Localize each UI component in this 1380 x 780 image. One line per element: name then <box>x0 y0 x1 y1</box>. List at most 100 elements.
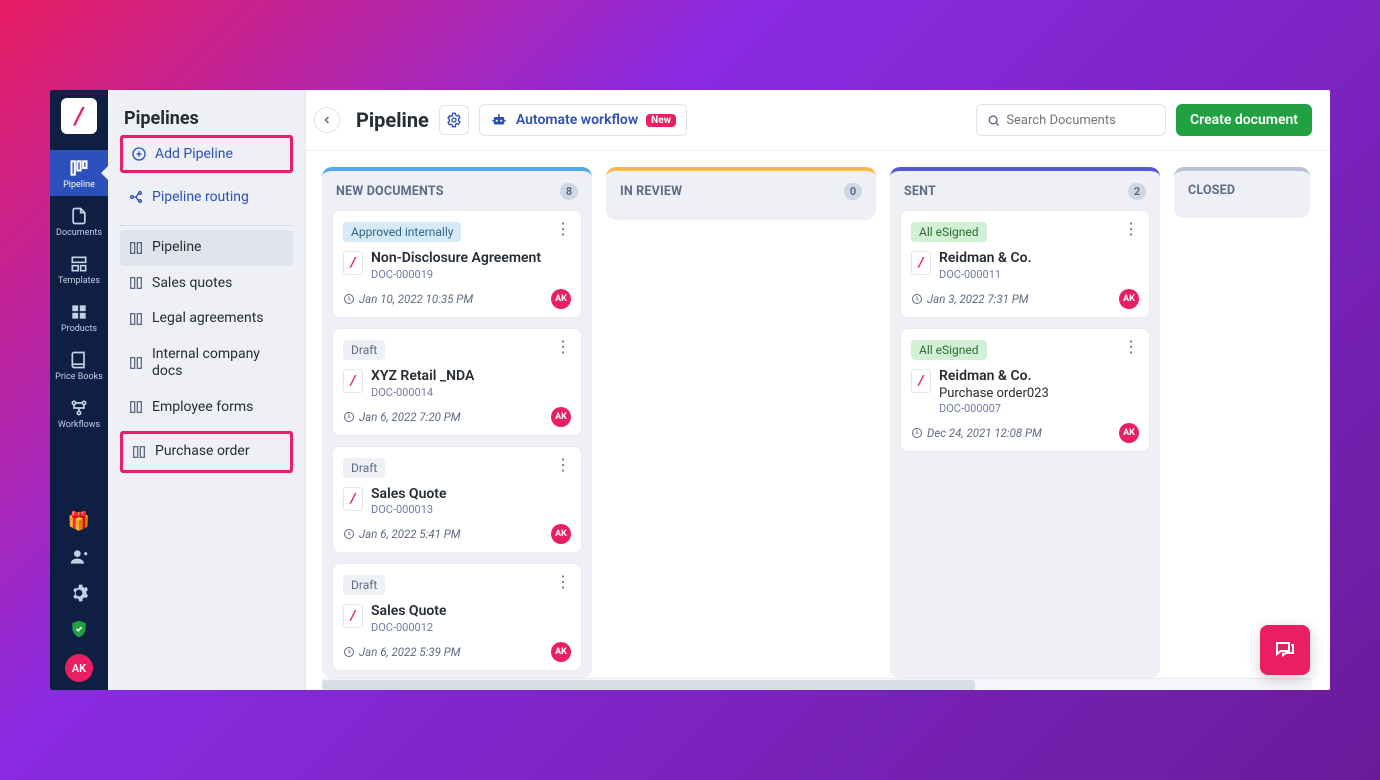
status-tag: Approved internally <box>343 222 461 242</box>
rail-item-pricebooks[interactable]: Price Books <box>50 342 108 388</box>
card-menu-icon[interactable]: ⋮ <box>555 219 571 238</box>
clock-icon <box>343 293 355 305</box>
routing-icon <box>128 189 144 205</box>
column-closed: CLOSED <box>1174 167 1310 218</box>
rail-item-documents[interactable]: Documents <box>50 198 108 244</box>
document-card[interactable]: All eSigned ⋮/ Reidman & Co.Purchase ord… <box>900 328 1150 452</box>
status-tag: All eSigned <box>911 222 987 242</box>
sidebar-item-label: Internal company docs <box>152 346 285 381</box>
document-icon <box>69 206 89 226</box>
columns-icon <box>128 399 144 415</box>
page-title: Pipeline <box>356 108 429 132</box>
doc-time: Jan 10, 2022 10:35 PM <box>343 292 473 306</box>
sidebar-item-pipeline[interactable]: Pipeline <box>120 230 293 266</box>
sidebar-item-internal-docs[interactable]: Internal company docs <box>120 337 293 390</box>
column-body[interactable] <box>1174 208 1310 218</box>
assignee-avatar: AK <box>551 524 571 544</box>
column-title: IN REVIEW <box>620 184 682 199</box>
assignee-avatar: AK <box>1119 289 1139 309</box>
doc-title: XYZ Retail _NDA <box>371 368 474 385</box>
column-review: IN REVIEW0 <box>606 167 876 220</box>
gift-icon[interactable]: 🎁 <box>68 510 90 532</box>
assignee-avatar: AK <box>551 289 571 309</box>
sidebar-item-label: Sales quotes <box>152 275 232 293</box>
doc-title: Reidman & Co. <box>939 250 1032 267</box>
columns-icon <box>131 444 147 460</box>
card-menu-icon[interactable]: ⋮ <box>1123 219 1139 238</box>
document-card[interactable]: Draft ⋮/ Sales QuoteDOC-000013 Jan 6, 20… <box>332 446 582 554</box>
add-pipeline-button[interactable]: Add Pipeline <box>123 138 290 170</box>
sidebar-item-sales-quotes[interactable]: Sales quotes <box>120 266 293 302</box>
doc-subtitle: Purchase order023 <box>939 386 1049 401</box>
back-button[interactable] <box>314 107 340 133</box>
chat-icon <box>1273 638 1297 662</box>
workflow-icon <box>69 398 89 418</box>
document-card[interactable]: All eSigned ⋮/ Reidman & Co.DOC-000011 J… <box>900 210 1150 318</box>
rail-item-templates[interactable]: Templates <box>50 246 108 292</box>
sidebar: Pipelines Add Pipeline Pipeline routing … <box>108 90 306 690</box>
sidebar-item-employee-forms[interactable]: Employee forms <box>120 390 293 426</box>
rail-label: Documents <box>56 229 102 238</box>
sidebar-item-label: Legal agreements <box>152 310 264 328</box>
brand-logo[interactable]: / <box>61 98 97 134</box>
doc-title: Reidman & Co. <box>939 368 1049 385</box>
settings-icon[interactable] <box>68 582 90 604</box>
clock-icon <box>343 646 355 658</box>
rail-item-pipeline[interactable]: Pipeline <box>50 150 108 196</box>
kanban-board: NEW DOCUMENTS 8 Approved internally ⋮/ Non… <box>306 151 1330 678</box>
column-title: CLOSED <box>1188 183 1235 198</box>
column-title: SENT <box>904 184 936 199</box>
doc-code: DOC-000014 <box>371 386 474 399</box>
rail-label: Templates <box>58 277 100 286</box>
add-user-icon[interactable] <box>68 546 90 568</box>
rail-label: Price Books <box>55 373 103 382</box>
doc-code: DOC-000011 <box>939 268 1032 281</box>
automate-workflow-button[interactable]: Automate workflow New <box>479 104 687 136</box>
pipeline-routing-button[interactable]: Pipeline routing <box>120 181 293 213</box>
document-card[interactable]: Draft ⋮/ XYZ Retail _NDADOC-000014 Jan 6… <box>332 328 582 436</box>
gear-icon <box>446 112 462 128</box>
rail-label: Products <box>61 325 97 334</box>
sidebar-item-purchase-order[interactable]: Purchase order <box>123 434 290 470</box>
horizontal-scrollbar[interactable] <box>322 678 1312 690</box>
column-body[interactable]: Approved internally ⋮/ Non-Disclosure Ag… <box>322 210 592 678</box>
card-menu-icon[interactable]: ⋮ <box>555 572 571 591</box>
doc-time: Dec 24, 2021 12:08 PM <box>911 426 1042 440</box>
doc-title: Sales Quote <box>371 603 447 620</box>
add-pipeline-label: Add Pipeline <box>155 146 233 162</box>
rail-item-products[interactable]: Products <box>50 294 108 340</box>
sidebar-item-legal-agreements[interactable]: Legal agreements <box>120 301 293 337</box>
status-tag: Draft <box>343 340 385 360</box>
main: Pipeline Automate workflow New Create do… <box>306 90 1330 690</box>
doc-time: Jan 3, 2022 7:31 PM <box>911 292 1029 306</box>
column-new: NEW DOCUMENTS 8 Approved internally ⋮/ Non… <box>322 167 592 678</box>
settings-button[interactable] <box>439 105 469 135</box>
user-avatar[interactable]: AK <box>65 654 93 682</box>
column-body[interactable] <box>606 210 876 220</box>
column-count: 8 <box>560 183 578 200</box>
card-menu-icon[interactable]: ⋮ <box>555 337 571 356</box>
search-input[interactable] <box>1006 113 1155 128</box>
column-body[interactable]: All eSigned ⋮/ Reidman & Co.DOC-000011 J… <box>890 210 1160 678</box>
search-box[interactable] <box>976 104 1166 136</box>
card-menu-icon[interactable]: ⋮ <box>555 455 571 474</box>
doc-code: DOC-000019 <box>371 268 541 281</box>
card-menu-icon[interactable]: ⋮ <box>1123 337 1139 356</box>
columns-icon <box>128 311 144 327</box>
columns-icon <box>128 355 144 371</box>
status-tag: All eSigned <box>911 340 987 360</box>
columns-icon <box>69 158 89 178</box>
document-card[interactable]: Draft ⋮/ Sales QuoteDOC-000012 Jan 6, 20… <box>332 563 582 671</box>
doc-code: DOC-000013 <box>371 503 447 516</box>
assignee-avatar: AK <box>1119 423 1139 443</box>
create-document-button[interactable]: Create document <box>1176 104 1312 136</box>
template-icon <box>69 254 89 274</box>
document-card[interactable]: Approved internally ⋮/ Non-Disclosure Ag… <box>332 210 582 318</box>
rail-item-workflows[interactable]: Workflows <box>50 390 108 436</box>
assignee-avatar: AK <box>551 642 571 662</box>
search-icon <box>987 113 1000 128</box>
doc-time: Jan 6, 2022 5:41 PM <box>343 527 461 541</box>
shield-icon[interactable] <box>68 618 90 640</box>
chat-fab[interactable] <box>1260 625 1310 675</box>
column-title: NEW DOCUMENTS <box>336 184 444 199</box>
